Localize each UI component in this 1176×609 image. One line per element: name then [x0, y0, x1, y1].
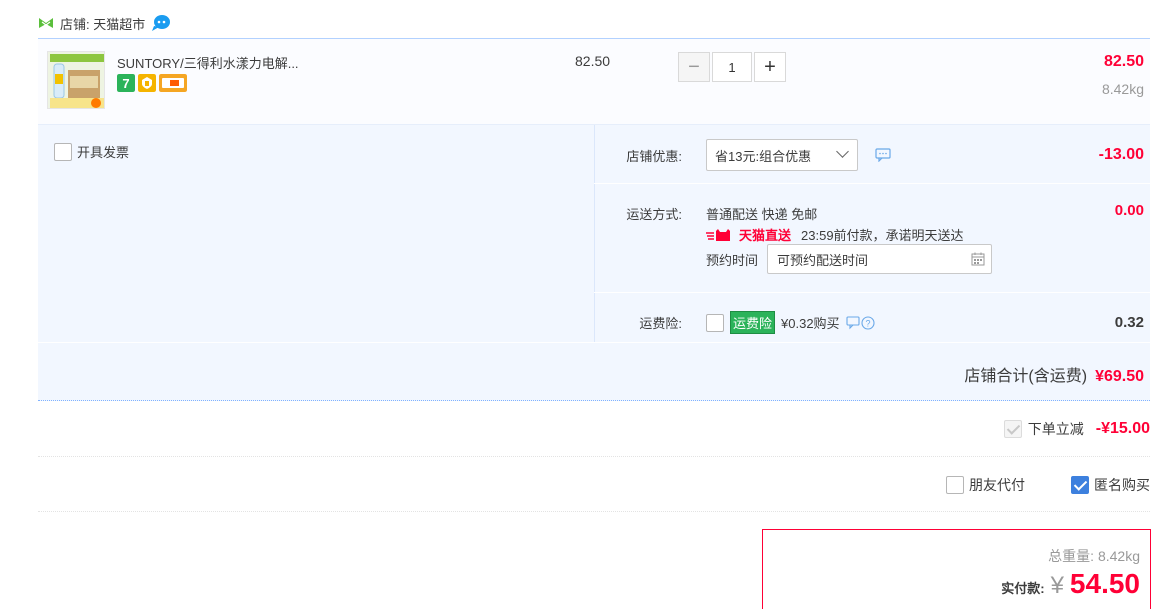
tmall-direct-icon: [706, 228, 730, 241]
quantity-input[interactable]: 1: [712, 52, 752, 82]
chevron-down-icon: [836, 145, 849, 158]
store-total-amount: ¥69.50: [1095, 368, 1144, 385]
store-discount-selected: 省13元:组合优惠: [715, 148, 812, 164]
insurance-amount: 0.32: [1114, 314, 1144, 331]
divider: [594, 183, 1150, 184]
order-discount-row: 下单立减 -¥15.00: [1003, 419, 1150, 439]
insurance-option: 运费险 ¥0.32购买 ?: [706, 311, 876, 334]
appointment-date-input[interactable]: 可预约配送时间: [767, 244, 992, 274]
total-pay-amount: 54.50: [1069, 568, 1140, 599]
quantity-plus-button[interactable]: +: [754, 52, 786, 82]
quantity-minus-button[interactable]: −: [678, 52, 710, 82]
insurance-price: ¥0.32购买: [781, 316, 840, 331]
store-header: 店铺: 天猫超市: [38, 12, 171, 34]
insurance-label: 运费险:: [639, 316, 682, 331]
insurance-tag: 运费险: [730, 311, 776, 334]
tmall-direct-badge: 天猫直送: [706, 225, 791, 244]
product-thumbnail[interactable]: [47, 51, 105, 109]
quantity-stepper: − 1 +: [678, 52, 786, 82]
store-discount-select[interactable]: 省13元:组合优惠: [706, 139, 858, 171]
store-name[interactable]: 店铺: 天猫超市: [60, 14, 145, 33]
appointment-placeholder: 可预约配送时间: [777, 252, 869, 268]
invoice-label: 开具发票: [77, 145, 130, 160]
anonymous-option[interactable]: 匿名购买: [1071, 475, 1150, 495]
product-title[interactable]: SUNTORY/三得利水漾力电解...: [117, 53, 299, 72]
divider: [38, 511, 1150, 512]
svg-text:?: ?: [865, 318, 870, 328]
svg-text:7: 7: [122, 76, 129, 91]
product-image: [48, 52, 104, 108]
order-discount-checkbox: [1003, 420, 1022, 438]
payment-card-icon[interactable]: [159, 74, 187, 92]
total-pay-label: 实付款:: [1001, 581, 1045, 596]
shipping-label: 运送方式:: [626, 207, 682, 222]
order-discount-label: 下单立减: [1027, 421, 1084, 437]
tmall-cat-icon: [39, 18, 53, 28]
divider: [594, 292, 1150, 293]
shipping-amount: 0.00: [1114, 202, 1144, 219]
tmall-direct-text: 天猫直送: [739, 228, 792, 243]
order-total-box: 总重量: 8.42kg 实付款: ¥ 54.50: [762, 529, 1151, 609]
order-discount-amount: -¥15.00: [1095, 420, 1150, 437]
invoice-option[interactable]: 开具发票: [54, 142, 129, 161]
shipping-method: 普通配送 快递 免邮: [706, 207, 818, 222]
comment-icon[interactable]: [875, 148, 891, 162]
total-weight-value: 8.42kg: [1097, 548, 1140, 564]
item-weight: 8.42kg: [1101, 81, 1144, 97]
store-total: 店铺合计(含运费) ¥69.50: [964, 362, 1144, 386]
total-payment: 实付款: ¥ 54.50: [1001, 568, 1140, 600]
total-weight: 总重量: 8.42kg: [1048, 546, 1140, 566]
unit-price: 82.50: [575, 53, 611, 69]
item-subtotal: 82.50: [1103, 53, 1144, 70]
invoice-section: 开具发票: [38, 125, 594, 343]
total-currency: ¥: [1050, 572, 1064, 599]
friend-pay-label: 朋友代付: [969, 477, 1025, 493]
store-discount-amount: -13.00: [1098, 146, 1144, 163]
service-icons: 7: [117, 74, 187, 92]
anonymous-label: 匿名购买: [1094, 477, 1150, 493]
insurance-checkbox[interactable]: [706, 313, 724, 332]
payment-options: 朋友代付 匿名购买: [946, 475, 1150, 495]
insurance-help-icon[interactable]: ?: [846, 315, 876, 331]
wangwang-chat-icon[interactable]: [151, 14, 171, 32]
anonymous-checkbox[interactable]: [1071, 476, 1089, 494]
cart-item-row: SUNTORY/三得利水漾力电解... 7 82.50 − 1 + 82.50 …: [38, 38, 1150, 125]
seven-day-return-icon[interactable]: 7: [117, 74, 135, 92]
quality-assurance-icon[interactable]: [138, 74, 156, 92]
delivery-promise: 23:59前付款，承诺明天送达: [801, 228, 964, 243]
friend-pay-option[interactable]: 朋友代付: [946, 475, 1025, 495]
store-discount-label: 店铺优惠:: [626, 149, 682, 164]
total-weight-label: 总重量:: [1048, 548, 1095, 564]
divider: [38, 456, 1150, 457]
tmall-direct-row: 天猫直送 23:59前付款，承诺明天送达: [706, 225, 964, 244]
calendar-icon[interactable]: [971, 252, 985, 266]
friend-pay-checkbox[interactable]: [946, 476, 964, 494]
store-total-label: 店铺合计(含运费): [964, 368, 1088, 385]
invoice-checkbox[interactable]: [54, 142, 72, 161]
appointment-label: 预约时间: [706, 253, 759, 268]
divider: [38, 342, 1150, 343]
